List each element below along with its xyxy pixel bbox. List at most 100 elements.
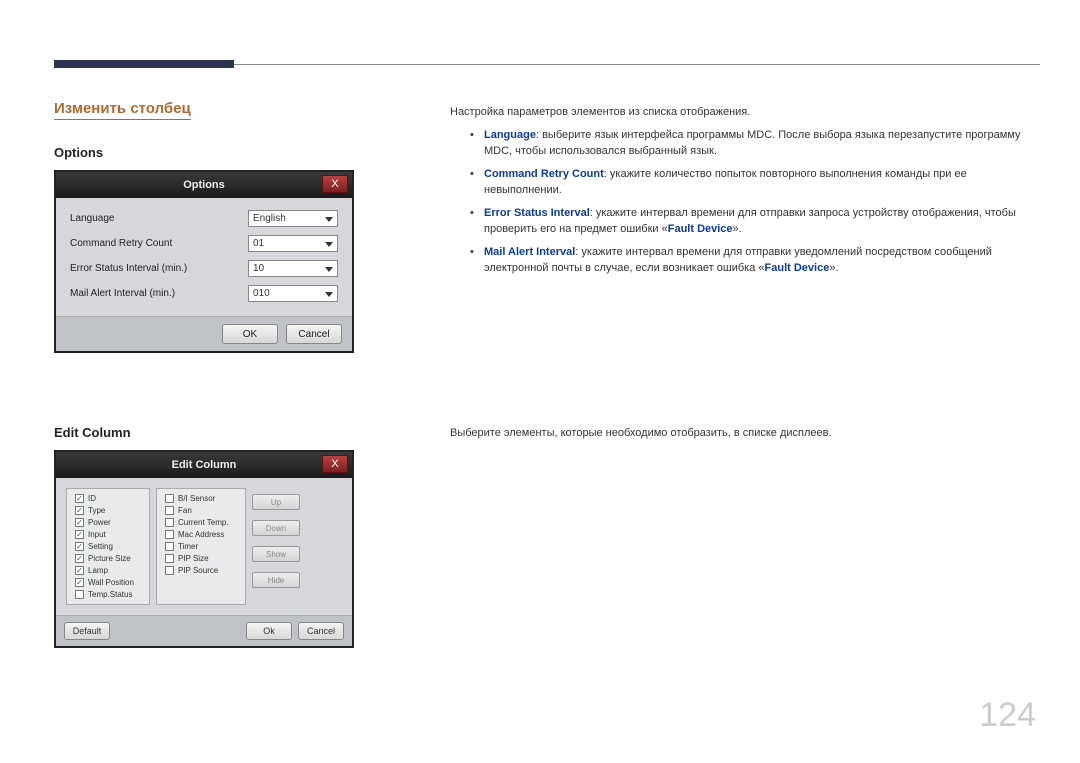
checkbox-item[interactable]: ✓ Wall Position [75,578,141,587]
brand-bar [54,60,234,68]
edit-button-bar: Default Ok Cancel [56,615,352,646]
ok-button[interactable]: OK [222,324,278,344]
options-dialog: Options X Language English Command Retry… [54,170,354,353]
options-button-bar: OK Cancel [56,316,352,351]
checkbox-icon[interactable] [165,494,174,503]
checkbox-label: PIP Source [178,566,218,575]
checkbox-label: Picture Size [88,554,131,563]
checkbox-icon[interactable]: ✓ [75,518,84,527]
checkbox-label: Wall Position [88,578,134,587]
text-language: : выберите язык интерфейса программы MDC… [484,129,1021,158]
checkbox-item[interactable]: Mac Address [165,530,237,539]
checkbox-label: Timer [178,542,198,551]
options-description: Настройка параметров элементов из списка… [450,104,1040,283]
checkbox-icon[interactable]: ✓ [75,542,84,551]
checkbox-item[interactable]: Fan [165,506,237,515]
checkbox-item[interactable]: PIP Source [165,566,237,575]
value-error: 10 [253,263,264,274]
checkbox-label: Setting [88,542,113,551]
checkbox-item[interactable]: Current Temp. [165,518,237,527]
checkbox-icon[interactable]: ✓ [75,506,84,515]
show-button[interactable]: Show [252,546,300,562]
row-mail: Mail Alert Interval (min.) 010 [70,285,338,302]
checkbox-item[interactable]: Timer [165,542,237,551]
checkbox-label: Lamp [88,566,108,575]
tail-error: ». [733,223,742,235]
column-list-2: B/I Sensor Fan Current Temp. Mac Address Tim… [156,488,246,605]
field-language[interactable]: English [248,210,338,227]
checkbox-label: Current Temp. [178,518,229,527]
label-language: Language [70,213,115,224]
label-mail: Mail Alert Interval (min.) [70,288,175,299]
checkbox-icon[interactable] [75,590,84,599]
section-title: Изменить столбец [54,100,191,120]
checkbox-label: Fan [178,506,192,515]
default-button[interactable]: Default [64,622,110,640]
checkbox-icon[interactable]: ✓ [75,566,84,575]
edit-ok-button[interactable]: Ok [246,622,292,640]
options-bullet-error: Error Status Interval: укажите интервал … [470,205,1040,238]
options-titlebar: Options X [56,172,352,198]
field-error[interactable]: 10 [248,260,338,277]
up-button[interactable]: Up [252,494,300,510]
checkbox-label: Mac Address [178,530,224,539]
checkbox-item[interactable]: ✓ Lamp [75,566,141,575]
close-button[interactable]: X [322,175,348,193]
link-fault-device-2: Fault Device [765,262,830,274]
label-error: Error Status Interval (min.) [70,263,187,274]
label-retry: Command Retry Count [70,238,172,249]
link-fault-device-1: Fault Device [668,223,733,235]
options-heading: Options [54,145,103,160]
checkbox-icon[interactable] [165,542,174,551]
row-language: Language English [70,210,338,227]
checkbox-item[interactable]: ✓ Setting [75,542,141,551]
term-error: Error Status Interval [484,207,590,219]
term-mail: Mail Alert Interval [484,246,575,258]
field-retry[interactable]: 01 [248,235,338,252]
checkbox-label: Type [88,506,105,515]
hide-button[interactable]: Hide [252,572,300,588]
term-language: Language [484,129,536,141]
checkbox-item[interactable]: ✓ Input [75,530,141,539]
checkbox-icon[interactable] [165,554,174,563]
edit-close-button[interactable]: X [322,455,348,473]
options-bullet-retry: Command Retry Count: укажите количество … [470,166,1040,199]
checkbox-label: B/I Sensor [178,494,215,503]
tail-mail: ». [829,262,838,274]
term-retry: Command Retry Count [484,168,604,180]
edit-cancel-button[interactable]: Cancel [298,622,344,640]
edit-column-dialog-title: Edit Column [172,459,237,471]
edit-column-description: Выберите элементы, которые необходимо от… [450,427,1040,439]
checkbox-item[interactable]: B/I Sensor [165,494,237,503]
checkbox-item[interactable]: ✓ Type [75,506,141,515]
edit-column-titlebar: Edit Column X [56,452,352,478]
checkbox-item[interactable]: ✓ Picture Size [75,554,141,563]
checkbox-icon[interactable]: ✓ [75,494,84,503]
checkbox-label: Input [88,530,106,539]
checkbox-label: Power [88,518,111,527]
checkbox-item[interactable]: ✓ Power [75,518,141,527]
checkbox-icon[interactable] [165,566,174,575]
cancel-button[interactable]: Cancel [286,324,342,344]
value-mail: 010 [253,288,270,299]
page-number: 124 [979,696,1036,735]
checkbox-label: ID [88,494,96,503]
field-mail[interactable]: 010 [248,285,338,302]
checkbox-item[interactable]: ✓ ID [75,494,141,503]
checkbox-icon[interactable]: ✓ [75,578,84,587]
checkbox-icon[interactable]: ✓ [75,554,84,563]
checkbox-icon[interactable] [165,506,174,515]
checkbox-label: Temp.Status [88,590,132,599]
checkbox-icon[interactable]: ✓ [75,530,84,539]
checkbox-item[interactable]: Temp.Status [75,590,141,599]
options-dialog-title: Options [183,179,225,191]
checkbox-icon[interactable] [165,518,174,527]
down-button[interactable]: Down [252,520,300,536]
checkbox-icon[interactable] [165,530,174,539]
edit-column-body: ✓ ID ✓ Type ✓ Power ✓ Input ✓ Setting ✓ Picture Siz… [56,478,352,615]
options-intro: Настройка параметров элементов из списка… [450,104,1040,121]
value-language: English [253,213,286,224]
edit-column-dialog: Edit Column X ✓ ID ✓ Type ✓ Power ✓ Input ✓ Setti… [54,450,354,648]
checkbox-item[interactable]: PIP Size [165,554,237,563]
side-buttons: Up Down Show Hide [252,488,300,605]
